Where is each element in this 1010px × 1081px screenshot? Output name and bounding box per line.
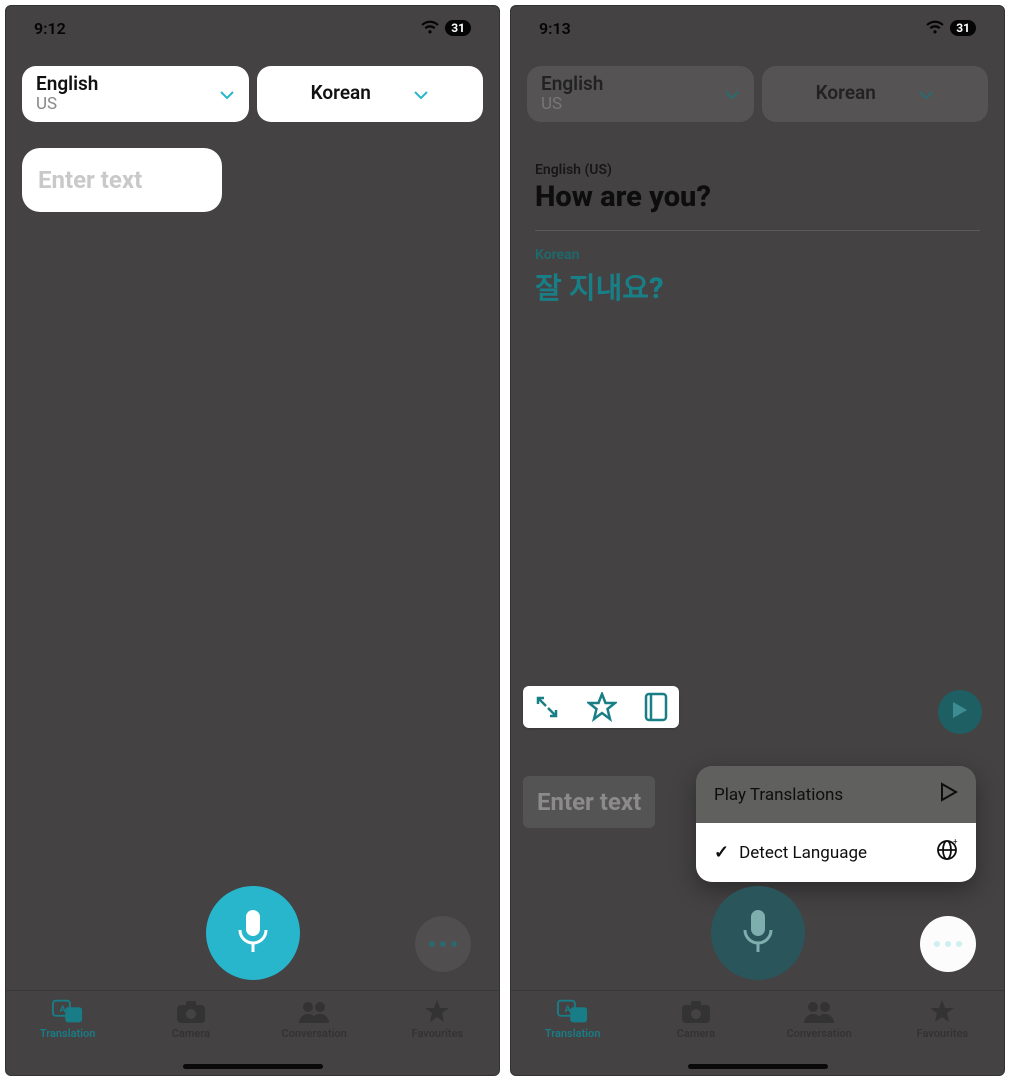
play-icon bbox=[951, 700, 969, 724]
tab-translation[interactable]: A Translation bbox=[6, 999, 129, 1040]
translation-icon: A bbox=[52, 999, 84, 1025]
book-icon[interactable] bbox=[643, 692, 669, 722]
tab-label: Conversation bbox=[281, 1027, 346, 1040]
conversation-icon bbox=[298, 999, 330, 1025]
target-lang-name: Korean bbox=[311, 83, 371, 104]
battery-badge: 31 bbox=[950, 20, 976, 36]
more-button[interactable] bbox=[415, 916, 471, 972]
tab-label: Conversation bbox=[786, 1027, 851, 1040]
tab-favourites[interactable]: Favourites bbox=[376, 999, 499, 1040]
camera-icon bbox=[680, 999, 712, 1025]
tab-camera[interactable]: Camera bbox=[634, 999, 757, 1040]
wifi-icon bbox=[926, 19, 944, 38]
source-lang-region: US bbox=[541, 95, 603, 114]
tab-translation[interactable]: A Translation bbox=[511, 999, 634, 1040]
status-time: 9:13 bbox=[539, 19, 571, 38]
source-text[interactable]: How are you? bbox=[535, 180, 980, 214]
tab-conversation[interactable]: Conversation bbox=[253, 999, 376, 1040]
result-actions bbox=[523, 686, 679, 728]
menu-label: Play Translations bbox=[714, 785, 843, 805]
conversation-icon bbox=[803, 999, 835, 1025]
input-placeholder: Enter text bbox=[38, 166, 142, 194]
star-icon bbox=[421, 999, 453, 1025]
mic-icon bbox=[738, 908, 778, 958]
translation-icon: A bbox=[557, 999, 589, 1025]
play-button[interactable] bbox=[938, 690, 982, 734]
tab-camera[interactable]: Camera bbox=[129, 999, 252, 1040]
chevron-down-icon bbox=[411, 85, 429, 103]
screenshot-1: 9:12 31 English US Korean Enter text bbox=[5, 5, 500, 1076]
tab-label: Favourites bbox=[412, 1027, 464, 1040]
wifi-icon bbox=[421, 19, 439, 38]
source-label: English (US) bbox=[535, 162, 980, 178]
text-input[interactable]: Enter text bbox=[22, 148, 222, 212]
menu-play-translations[interactable]: Play Translations bbox=[696, 766, 976, 823]
status-bar: 9:13 31 bbox=[511, 6, 1004, 50]
mic-button[interactable] bbox=[206, 886, 300, 980]
svg-text:A: A bbox=[59, 1004, 66, 1015]
svg-text:A: A bbox=[564, 1004, 571, 1015]
target-lang-name: Korean bbox=[816, 83, 876, 104]
source-lang-region: US bbox=[36, 95, 98, 114]
translation-result: English (US) How are you? Korean 잘 지내요? bbox=[527, 144, 988, 325]
more-popup: Play Translations ✓ Detect Language + bbox=[696, 766, 976, 882]
home-indicator[interactable] bbox=[183, 1064, 323, 1069]
tab-favourites[interactable]: Favourites bbox=[881, 999, 1004, 1040]
star-icon[interactable] bbox=[587, 692, 617, 722]
tab-bar: A Translation Camera Conversation Favour… bbox=[6, 990, 499, 1075]
status-time: 9:12 bbox=[34, 19, 66, 38]
text-input[interactable]: Enter text bbox=[523, 776, 655, 828]
target-text[interactable]: 잘 지내요? bbox=[535, 265, 980, 307]
source-language-selector[interactable]: English US bbox=[22, 66, 249, 122]
play-outline-icon bbox=[940, 782, 958, 807]
expand-icon[interactable] bbox=[533, 693, 561, 721]
tab-label: Favourites bbox=[917, 1027, 969, 1040]
more-icon bbox=[429, 941, 457, 947]
tab-label: Camera bbox=[172, 1027, 210, 1040]
source-lang-name: English bbox=[541, 74, 603, 95]
source-lang-name: English bbox=[36, 74, 98, 95]
checkmark-icon: ✓ bbox=[714, 842, 729, 863]
tab-label: Translation bbox=[545, 1027, 601, 1040]
tab-label: Camera bbox=[677, 1027, 715, 1040]
divider bbox=[535, 230, 980, 231]
chevron-down-icon bbox=[217, 85, 235, 103]
tab-label: Translation bbox=[40, 1027, 96, 1040]
globe-icon: + bbox=[936, 839, 958, 866]
camera-icon bbox=[175, 999, 207, 1025]
chevron-down-icon bbox=[722, 85, 740, 103]
more-button[interactable] bbox=[920, 916, 976, 972]
chevron-down-icon bbox=[916, 85, 934, 103]
more-icon bbox=[934, 941, 962, 947]
input-placeholder: Enter text bbox=[537, 788, 641, 816]
home-indicator[interactable] bbox=[688, 1064, 828, 1069]
tab-bar: A Translation Camera Conversation Favour… bbox=[511, 990, 1004, 1075]
svg-text:+: + bbox=[953, 839, 958, 846]
mic-icon bbox=[233, 908, 273, 958]
menu-label: Detect Language bbox=[739, 843, 867, 863]
target-language-selector[interactable]: Korean bbox=[762, 66, 989, 122]
mic-button[interactable] bbox=[711, 886, 805, 980]
source-language-selector[interactable]: English US bbox=[527, 66, 754, 122]
tab-conversation[interactable]: Conversation bbox=[758, 999, 881, 1040]
star-icon bbox=[926, 999, 958, 1025]
status-bar: 9:12 31 bbox=[6, 6, 499, 50]
target-language-selector[interactable]: Korean bbox=[257, 66, 484, 122]
battery-badge: 31 bbox=[445, 20, 471, 36]
screenshot-2: 9:13 31 English US Korean English (US) bbox=[510, 5, 1005, 1076]
target-label: Korean bbox=[535, 247, 980, 263]
